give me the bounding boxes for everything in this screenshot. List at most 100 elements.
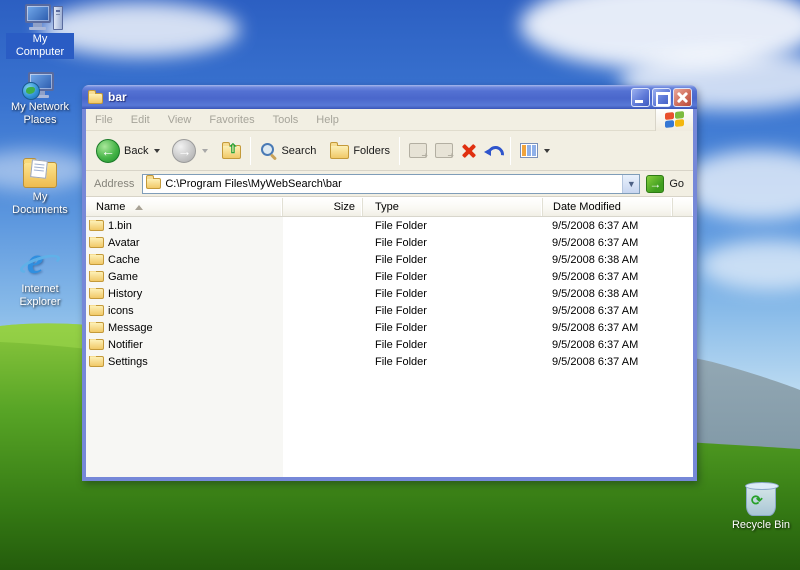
file-row[interactable]: Message File Folder 9/5/2008 6:37 AM bbox=[86, 319, 693, 336]
file-type: File Folder bbox=[375, 287, 427, 300]
maximize-button[interactable] bbox=[652, 87, 671, 107]
back-label: Back bbox=[124, 144, 149, 157]
copy-to-button[interactable] bbox=[431, 140, 457, 161]
column-header-filler bbox=[673, 198, 693, 216]
back-icon: ← bbox=[96, 138, 120, 163]
file-list-area: Name Size Type Date Modified 1.bin File … bbox=[86, 198, 693, 477]
file-type: File Folder bbox=[375, 219, 427, 232]
desktop-icon-my-network-places[interactable]: My Network Places bbox=[2, 72, 78, 127]
file-modified: 9/5/2008 6:38 AM bbox=[552, 253, 639, 266]
column-name-label: Name bbox=[96, 201, 126, 213]
menu-help[interactable]: Help bbox=[307, 114, 348, 126]
toolbar: ← Back → ⇧ Search Folders bbox=[86, 131, 693, 171]
column-header-type[interactable]: Type bbox=[363, 198, 543, 216]
undo-button[interactable] bbox=[481, 141, 505, 161]
search-label: Search bbox=[281, 144, 317, 157]
minimize-button[interactable] bbox=[631, 87, 650, 107]
file-name: Settings bbox=[108, 355, 148, 368]
file-type: File Folder bbox=[375, 355, 427, 368]
address-dropdown-button[interactable]: ▼ bbox=[622, 174, 640, 193]
file-modified: 9/5/2008 6:37 AM bbox=[552, 304, 639, 317]
file-type: File Folder bbox=[375, 321, 427, 334]
column-date-label: Date Modified bbox=[553, 201, 621, 213]
column-headers: Name Size Type Date Modified bbox=[86, 198, 693, 217]
column-header-size[interactable]: Size bbox=[283, 198, 363, 216]
address-label: Address bbox=[94, 177, 135, 190]
toolbar-separator bbox=[250, 136, 252, 165]
file-row[interactable]: Avatar File Folder 9/5/2008 6:37 AM bbox=[86, 234, 693, 251]
file-rows: 1.bin File Folder 9/5/2008 6:37 AM Avata… bbox=[86, 217, 693, 477]
recycle-bin-icon bbox=[745, 482, 779, 516]
folder-icon bbox=[89, 219, 104, 231]
address-input[interactable] bbox=[165, 177, 623, 190]
search-button[interactable]: Search bbox=[256, 139, 320, 162]
column-header-date-modified[interactable]: Date Modified bbox=[543, 198, 673, 216]
undo-icon bbox=[484, 144, 501, 158]
window-folder-icon bbox=[88, 90, 103, 104]
up-folder-icon: ⇧ bbox=[222, 142, 242, 159]
go-button[interactable]: → bbox=[646, 174, 665, 193]
move-to-button[interactable] bbox=[405, 140, 431, 161]
column-header-name[interactable]: Name bbox=[86, 198, 283, 216]
go-label: Go bbox=[669, 177, 684, 190]
desktop-icon-internet-explorer[interactable]: e Internet Explorer bbox=[8, 241, 72, 309]
file-name: 1.bin bbox=[108, 219, 132, 232]
explorer-window: bar File Edit View Favorites Tools Help … bbox=[82, 85, 697, 481]
file-type: File Folder bbox=[375, 236, 427, 249]
menu-file[interactable]: File bbox=[86, 114, 122, 126]
file-type: File Folder bbox=[375, 270, 427, 283]
file-row[interactable]: Settings File Folder 9/5/2008 6:37 AM bbox=[86, 353, 693, 370]
folder-icon bbox=[89, 253, 104, 265]
my-computer-icon bbox=[25, 4, 63, 30]
move-to-icon bbox=[409, 143, 428, 160]
file-name: Avatar bbox=[108, 236, 140, 249]
views-button[interactable] bbox=[516, 140, 554, 161]
toolbar-separator bbox=[510, 136, 512, 165]
menu-view[interactable]: View bbox=[159, 114, 201, 126]
file-type: File Folder bbox=[375, 253, 427, 266]
file-row[interactable]: 1.bin File Folder 9/5/2008 6:37 AM bbox=[86, 217, 693, 234]
file-type: File Folder bbox=[375, 338, 427, 351]
forward-button[interactable]: → bbox=[168, 136, 212, 166]
desktop-icon-label: Recycle Bin bbox=[731, 519, 791, 531]
title-bar[interactable]: bar bbox=[82, 85, 697, 109]
file-name: History bbox=[108, 287, 143, 300]
file-row[interactable]: Cache File Folder 9/5/2008 6:38 AM bbox=[86, 251, 693, 268]
views-dropdown-icon[interactable] bbox=[544, 148, 551, 153]
menu-edit[interactable]: Edit bbox=[122, 114, 159, 126]
close-button[interactable] bbox=[673, 87, 692, 107]
cloud bbox=[680, 150, 800, 220]
file-row[interactable]: icons File Folder 9/5/2008 6:37 AM bbox=[86, 302, 693, 319]
folder-icon bbox=[89, 270, 104, 282]
back-button[interactable]: ← Back bbox=[92, 136, 164, 166]
views-icon bbox=[520, 143, 539, 158]
folders-label: Folders bbox=[353, 144, 391, 157]
delete-button[interactable] bbox=[457, 140, 481, 162]
file-modified: 9/5/2008 6:37 AM bbox=[552, 270, 639, 283]
my-network-places-icon bbox=[22, 72, 58, 100]
forward-icon: → bbox=[172, 138, 197, 163]
desktop-icon-recycle-bin[interactable]: Recycle Bin bbox=[728, 482, 794, 532]
search-icon bbox=[260, 142, 277, 159]
file-name: Message bbox=[108, 321, 153, 334]
folder-icon bbox=[89, 304, 104, 316]
column-size-label: Size bbox=[333, 201, 355, 213]
menu-favorites[interactable]: Favorites bbox=[200, 114, 263, 126]
file-row[interactable]: Notifier File Folder 9/5/2008 6:37 AM bbox=[86, 336, 693, 353]
file-name: icons bbox=[108, 304, 134, 317]
menu-tools[interactable]: Tools bbox=[264, 114, 308, 126]
back-dropdown-icon[interactable] bbox=[154, 148, 161, 153]
file-row[interactable]: History File Folder 9/5/2008 6:38 AM bbox=[86, 285, 693, 302]
up-button[interactable]: ⇧ bbox=[218, 139, 245, 162]
my-documents-icon bbox=[23, 158, 57, 188]
desktop-icon-label: Internet Explorer bbox=[19, 283, 61, 308]
folders-button[interactable]: Folders bbox=[326, 139, 394, 162]
file-name: Cache bbox=[108, 253, 140, 266]
desktop-icon-my-documents[interactable]: My Documents bbox=[4, 158, 76, 217]
desktop-icon-my-computer[interactable]: My Computer bbox=[6, 4, 74, 59]
windows-logo-icon bbox=[655, 108, 693, 131]
file-row[interactable]: Game File Folder 9/5/2008 6:37 AM bbox=[86, 268, 693, 285]
delete-icon bbox=[461, 143, 477, 159]
forward-dropdown-icon[interactable] bbox=[202, 148, 209, 153]
address-combo[interactable]: ▼ bbox=[142, 173, 641, 194]
